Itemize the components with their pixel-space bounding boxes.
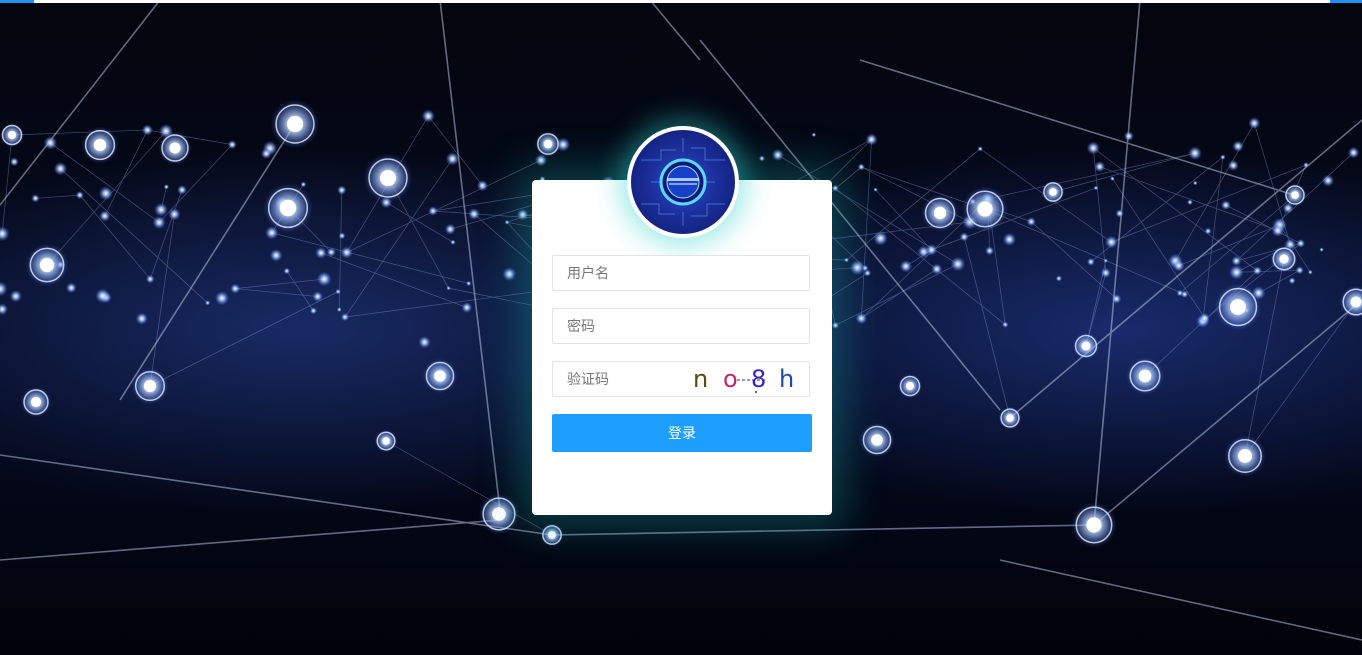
logo [627,126,739,238]
circuit-badge-logo-icon [641,138,725,226]
password-field[interactable] [552,308,810,344]
username-field[interactable] [552,255,810,291]
login-button[interactable]: 登录 [552,414,812,452]
captcha-char-3: 8 [751,365,767,393]
login-page: n o 8 h 登录 [0,0,1362,655]
password-input[interactable] [553,309,809,343]
captcha-field[interactable]: n o 8 h [552,361,810,397]
captcha-char-4: h [779,365,795,393]
captcha-char-1: n [693,365,709,393]
username-input[interactable] [553,256,809,290]
captcha-image[interactable]: n o 8 h [687,364,803,394]
captcha-char-2: o [723,365,738,393]
